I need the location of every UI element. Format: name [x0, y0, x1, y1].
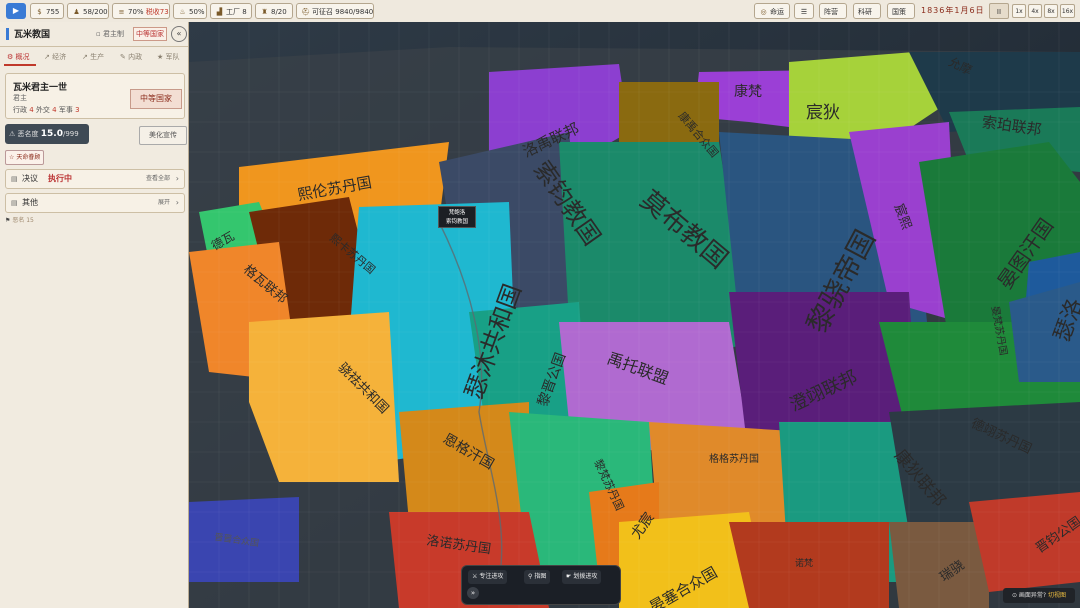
policy-button[interactable]: 国策 [887, 3, 915, 19]
ruler-title: 君主 [13, 94, 27, 102]
warning-icon: ⚠ [9, 130, 16, 138]
swords-icon: ⚔ [472, 573, 478, 580]
nation-name: 瓦米教国 [14, 30, 51, 40]
tab-production[interactable]: ↗ 生产 [82, 52, 104, 62]
switch-view-link[interactable]: 切视图 [1048, 592, 1066, 599]
speed-16x-button[interactable]: 16x [1060, 4, 1075, 18]
tab-domestic[interactable]: ✎ 内政 [120, 52, 142, 62]
factory-counter[interactable]: ▟ 工厂 8 [210, 3, 252, 19]
ruler-name: 瓦米君主一世 [13, 83, 68, 93]
stability-counter[interactable]: ♨ 50% [173, 3, 207, 19]
conscript-counter[interactable]: ⛑ 可征召 9840/9840 [296, 3, 374, 19]
tax-icon: ≡ [118, 8, 125, 16]
active-tab-indicator [4, 64, 36, 66]
game-date: 1836年1月6日 [921, 6, 985, 15]
menu-button[interactable]: ☰ [794, 3, 814, 19]
helmet-icon: ⛑ [301, 8, 310, 16]
collapse-button[interactable]: « [171, 26, 187, 42]
fate-button[interactable]: ◎ 命运 [754, 3, 790, 19]
rank-badge: 中等国家 [133, 27, 167, 41]
ruler-stats: 行政 4 外交 4 军事 3 [13, 106, 80, 114]
army-button[interactable]: 阵营 [819, 3, 847, 19]
flame-icon: ♨ [179, 8, 186, 16]
nation-color-bar [6, 28, 9, 40]
general-icon: ♜ [261, 8, 268, 16]
document-icon: ▤ [11, 199, 18, 207]
world-map[interactable]: 洛禹联邦 康梵 宸狄 允摩 康禹合众国 索珀联邦 熙伦苏丹国 索钧教国 莫布教国… [189, 22, 1080, 608]
person-icon: ♟ [73, 8, 80, 16]
document-icon: ▤ [11, 175, 18, 183]
display-issue-badge[interactable]: ⊙ 画面异常? 切视图 [1003, 588, 1075, 603]
label-chendi: 宸狄 [806, 103, 840, 123]
ruler-card[interactable]: 瓦米君主一世 君主 行政 4 外交 4 军事 3 中等国家 [5, 73, 185, 119]
infamy-history: ⚑ 恶名 15 [5, 217, 34, 224]
decision-status: 执行中 [48, 174, 72, 183]
chevron-right-icon: › [175, 198, 179, 207]
expand-bar-button[interactable]: » [467, 587, 479, 599]
top-bar: ▶ $755 ♟58/200 ≡70% 税收73% ♨50% ▟工厂 8 ♜8/… [0, 0, 1080, 23]
tab-military[interactable]: ★ 军队 [157, 52, 180, 62]
tab-economy[interactable]: ↗ 经济 [44, 52, 66, 62]
action-bar: ⚔ 专注进攻 ⚲ 指图 ☛ 划拨进攻 » [461, 565, 621, 605]
factory-icon: ▟ [216, 8, 223, 16]
speed-4x-button[interactable]: 4x [1028, 4, 1042, 18]
label-gege: 格格苏丹国 [709, 452, 759, 465]
general-counter[interactable]: ♜ 8/20 [255, 3, 293, 19]
pin-icon: ⚲ [528, 573, 533, 580]
government-type: ▫ 君主制 [96, 30, 124, 38]
province-tooltip: 梵鲍洛 索钧教国 [438, 206, 476, 228]
nation-rank: 中等国家 [130, 89, 182, 109]
expand-link[interactable]: 展开 [158, 194, 170, 212]
population-counter[interactable]: ♟ 58/200 [67, 3, 109, 19]
focus-attack-button[interactable]: ⚔ 专注进攻 [468, 570, 508, 584]
panel-header: 瓦米教国 ▫ 君主制 中等国家 « [0, 22, 188, 47]
speed-1x-button[interactable]: 1x [1012, 4, 1026, 18]
flag-icon: ⚑ [5, 217, 11, 224]
globe-icon: ◎ [760, 8, 767, 16]
star-icon: ☆ [9, 154, 15, 161]
infamy-box[interactable]: ⚠ 恶名度 15.0/999 [5, 124, 89, 144]
mandate-badge: ☆ 天命眷顾 [5, 150, 45, 165]
gold-counter[interactable]: $755 [30, 3, 64, 19]
speed-8x-button[interactable]: 8x [1044, 4, 1058, 18]
tab-overview[interactable]: ⚙ 概况 [7, 52, 30, 62]
label-kangfan: 康梵 [734, 83, 762, 100]
play-button[interactable]: ▶ [6, 3, 26, 19]
label-nuofan: 诺梵 [795, 558, 813, 569]
decision-row[interactable]: ▤ 决议 执行中 查看全部 › [5, 169, 185, 189]
nation-panel: 瓦米教国 ▫ 君主制 中等国家 « ⚙ 概况 ↗ 经济 ↗ 生产 ✎ 内政 ★ … [0, 22, 189, 608]
coin-icon: $ [37, 8, 42, 16]
tech-button[interactable]: 科研 [853, 3, 881, 19]
beautify-propaganda-button[interactable]: 美化宣传 [139, 126, 187, 145]
assign-attack-button[interactable]: ☛ 划拨进攻 [562, 570, 602, 584]
pause-button[interactable]: II [989, 3, 1009, 19]
chevron-right-icon: › [175, 174, 179, 183]
point-map-button[interactable]: ⚲ 指图 [524, 570, 551, 584]
tax-counter[interactable]: ≡70% 税收73% [112, 3, 170, 19]
hand-icon: ☛ [566, 573, 572, 580]
other-row[interactable]: ▤ 其他 展开 › [5, 193, 185, 213]
view-all-link[interactable]: 查看全部 [146, 170, 170, 188]
warning-icon: ⊙ [1011, 592, 1017, 599]
